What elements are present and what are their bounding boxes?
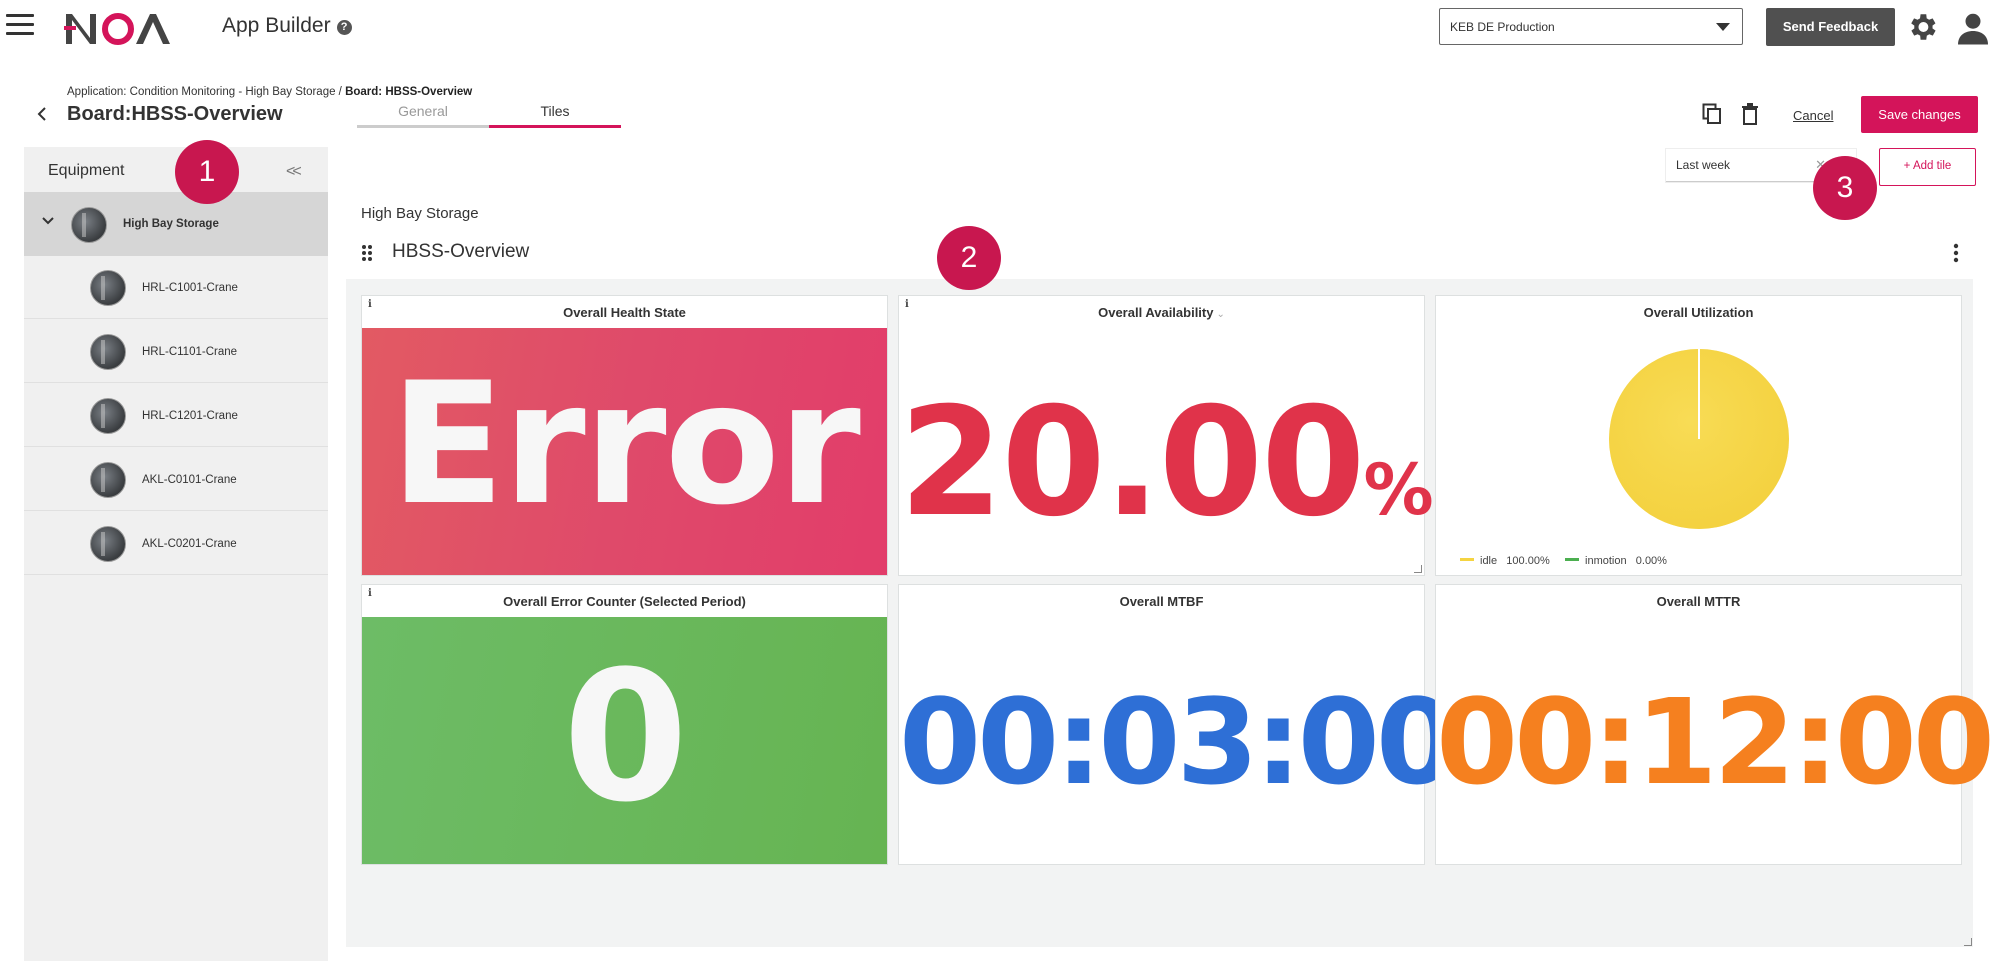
tree-item-label: High Bay Storage [123,218,219,230]
section-label: High Bay Storage [361,205,479,222]
send-feedback-button[interactable]: Send Feedback [1766,8,1895,46]
page-title: Board:HBSS-Overview [67,103,283,125]
tree-item-equipment[interactable]: AKL-C0101-Crane [24,448,328,511]
tree-item-label: HRL-C1001-Crane [142,282,238,294]
tile-title: Overall Error Counter (Selected Period) [503,594,746,609]
tree-item-equipment[interactable]: AKL-C0201-Crane [24,512,328,575]
availability-unit: % [1363,449,1433,531]
back-chevron-icon[interactable] [35,104,49,124]
mttr-value: 00:12:00 [1436,673,1995,811]
tile-utilization[interactable]: Overall Utilization idle 100.00% inmotio… [1435,295,1962,576]
equipment-avatar [90,526,126,562]
tile-title: Overall Utilization [1643,305,1754,320]
legend-item-idle[interactable]: idle 100.00% [1460,555,1550,567]
collapse-sidebar-icon[interactable]: << [286,163,302,181]
health-state-panel: Error [362,328,887,575]
tab-general[interactable]: General [357,103,489,128]
sidebar-title: Equipment [48,162,125,179]
legend-swatch [1565,558,1580,561]
add-tile-button[interactable]: + Add tile [1879,148,1976,186]
period-select-value: Last week [1676,158,1731,172]
tile-title: Overall Health State [563,305,686,320]
breadcrumb-path[interactable]: Application: Condition Monitoring - High… [67,86,345,98]
noa-logo [64,13,170,45]
gear-icon[interactable] [1905,10,1939,44]
drag-handle-icon[interactable] [361,244,373,262]
copy-icon[interactable] [1702,103,1722,125]
tree-item-equipment[interactable]: HRL-C1001-Crane [24,256,328,319]
annotation-marker-3: 3 [1813,156,1877,220]
legend-label: idle [1480,555,1498,567]
app-title: App Builder? [222,14,352,38]
chevron-down-icon[interactable] [41,216,55,226]
board-heading: HBSS-Overview [392,241,530,262]
legend-swatch [1460,558,1474,561]
user-icon[interactable] [1955,10,1991,46]
tab-tiles[interactable]: Tiles [489,103,621,128]
equipment-avatar [90,334,126,370]
tree-item-high-bay-storage[interactable]: High Bay Storage [24,192,328,256]
chevron-down-icon [1716,23,1730,31]
help-icon[interactable]: ? [336,20,352,35]
error-counter-value: 0 [562,633,688,842]
cancel-link[interactable]: Cancel [1793,108,1833,123]
tile-title: Overall MTBF [1119,594,1204,609]
availability-value-wrap: 20.00% [899,376,1434,550]
availability-value: 20.00 [899,376,1365,550]
tile-title: Overall MTTR [1656,594,1741,609]
legend-value: 0.00% [1635,555,1667,567]
equipment-avatar [90,462,126,498]
legend-label: inmotion [1585,555,1627,567]
chevron-down-icon[interactable]: ⌄ [1216,309,1224,320]
tile-mttr[interactable]: Overall MTTR 00:12:00 [1435,584,1995,865]
annotation-marker-1: 1 [175,140,239,204]
chart-legend: idle 100.00% inmotion 0.00% [1460,555,1667,567]
health-state-value: Error [390,346,861,542]
equipment-avatar [90,398,126,434]
tree-item-equipment[interactable]: HRL-C1201-Crane [24,384,328,447]
error-counter-panel: 0 [362,617,887,864]
tile-error-counter[interactable]: i Overall Error Counter (Selected Period… [361,584,888,865]
legend-item-inmotion[interactable]: inmotion 0.00% [1565,555,1667,567]
board-resize-handle[interactable] [1964,938,1972,946]
top-bar: App Builder? KEB DE Production Send Feed… [0,0,2000,56]
utilization-pie-chart [1609,349,1789,529]
mtbf-value: 00:03:00 [899,673,1458,811]
tree-item-label: HRL-C1201-Crane [142,410,238,422]
tile-health-state[interactable]: i Overall Health State Error [361,295,888,576]
tile-board: i Overall Health State Error i Overall A… [346,279,1995,947]
equipment-sidebar: Equipment << High Bay Storage HRL-C1001-… [24,147,328,961]
menu-icon[interactable] [6,14,34,36]
tree-item-label: AKL-C0201-Crane [142,538,237,550]
save-changes-button[interactable]: Save changes [1861,96,1978,133]
breadcrumb: Application: Condition Monitoring - High… [67,86,472,98]
more-options-icon[interactable] [1950,243,1962,263]
tree-item-equipment[interactable]: HRL-C1101-Crane [24,320,328,383]
tile-title-text: Overall Availability [1098,305,1214,320]
legend-value: 100.00% [1506,555,1550,567]
tile-availability[interactable]: i Overall Availability ⌄ 20.00% [898,295,1434,576]
trash-icon[interactable] [1741,103,1759,125]
environment-select-value: KEB DE Production [1450,20,1555,34]
tile-mtbf[interactable]: Overall MTBF 00:03:00 [898,584,1458,865]
environment-select[interactable]: KEB DE Production [1439,8,1743,45]
tree-item-label: AKL-C0101-Crane [142,474,237,486]
annotation-marker-2: 2 [937,226,1001,290]
tile-title: Overall Availability ⌄ [899,305,1424,320]
tree-item-label: HRL-C1101-Crane [142,346,238,358]
resize-handle[interactable] [1414,565,1422,573]
equipment-avatar [90,270,126,306]
breadcrumb-current: Board: HBSS-Overview [345,86,473,98]
equipment-avatar [71,207,107,243]
